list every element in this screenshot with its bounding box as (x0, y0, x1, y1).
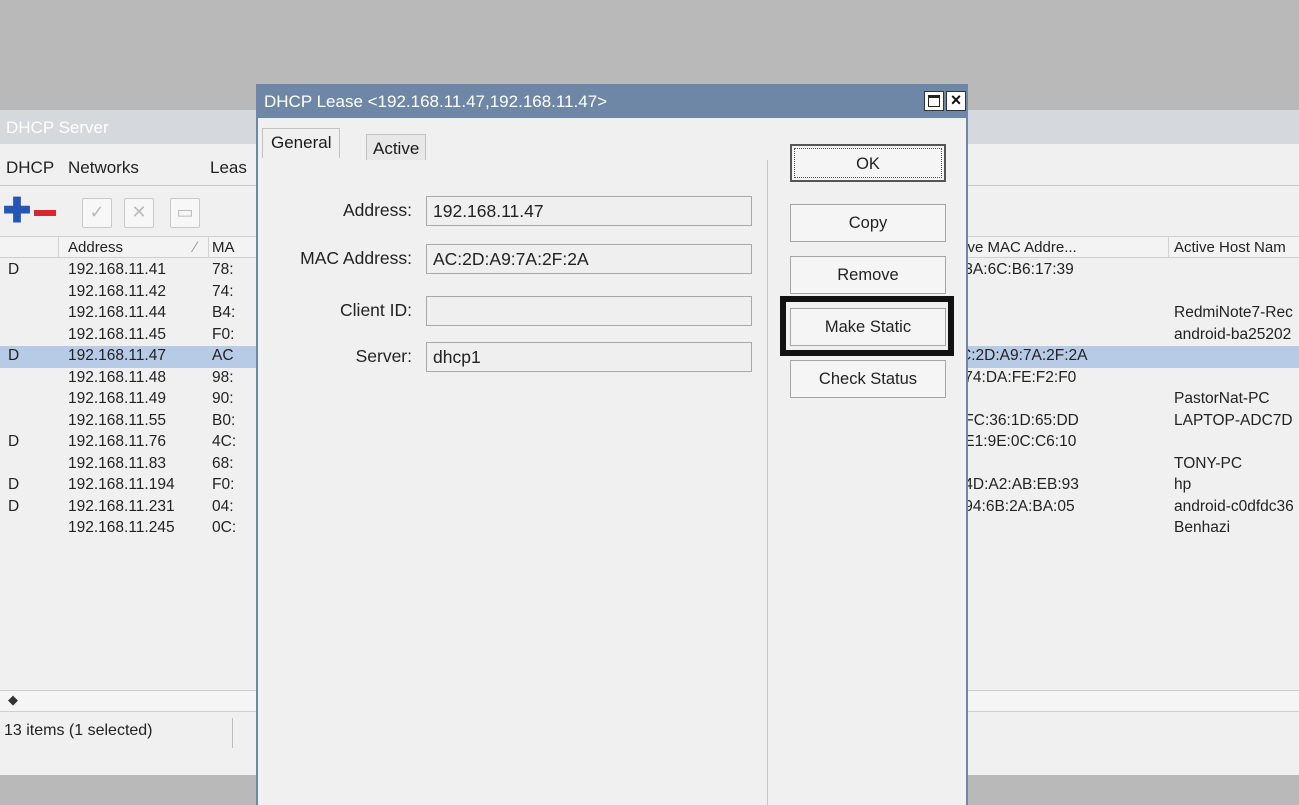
remove-icon[interactable] (30, 198, 60, 228)
row-mac-address: 90: (212, 390, 234, 407)
enable-icon[interactable]: ✓ (82, 198, 112, 228)
comment-icon[interactable]: ▭ (170, 198, 200, 228)
tab-active[interactable]: Active (366, 134, 427, 160)
row-mac-address: 68: (212, 454, 234, 472)
status-text: 13 items (1 selected) (4, 722, 153, 739)
column-mac-address[interactable]: MA (212, 239, 235, 256)
row-active-host-name: PastorNat-PC (1174, 390, 1270, 407)
tab-dhcp[interactable]: DHCP (6, 158, 54, 178)
row-address: 192.168.11.194 (68, 476, 175, 493)
tab-general[interactable]: General (262, 128, 341, 158)
row-address: 192.168.11.47 (68, 347, 166, 364)
server-field[interactable]: dhcp1 (426, 342, 752, 372)
row-address: 192.168.11.55 (68, 411, 166, 429)
dhcp-lease-dialog: DHCP Lease <192.168.11.47,192.168.11.47>… (256, 84, 968, 805)
row-mac-address: 0C: (212, 519, 237, 536)
row-address: 192.168.11.44 (68, 304, 166, 321)
mac-address-field[interactable]: AC:2D:A9:7A:2F:2A (426, 244, 752, 274)
client-id-field[interactable] (426, 296, 752, 326)
row-address: 192.168.11.245 (68, 519, 175, 536)
row-mac-address: AC (212, 347, 234, 364)
status-divider (232, 718, 233, 748)
row-address: 192.168.11.49 (68, 390, 166, 407)
dialog-titlebar[interactable]: DHCP Lease <192.168.11.47,192.168.11.47>… (258, 86, 966, 118)
client-id-label: Client ID: (340, 300, 412, 320)
row-address: 192.168.11.231 (68, 497, 175, 515)
row-active-host-name: android-c0dfdc36 (1174, 497, 1294, 515)
column-address[interactable]: Address (68, 239, 123, 256)
row-address: 192.168.11.83 (68, 454, 166, 472)
server-label: Server: (355, 346, 412, 366)
row-address: 192.168.11.45 (68, 325, 166, 343)
disable-icon[interactable]: ✕ (124, 198, 154, 228)
row-active-mac-address: :E1:9E:0C:C6:10 (960, 433, 1077, 450)
ok-button-label: OK (794, 148, 942, 178)
row-active-mac-address: :94:6B:2A:BA:05 (960, 497, 1075, 515)
row-active-host-name: Benhazi (1174, 519, 1231, 536)
mac-address-label: MAC Address: (300, 248, 412, 268)
row-active-host-name: TONY-PC (1174, 454, 1243, 472)
remove-button[interactable]: Remove (790, 256, 946, 294)
column-active-mac-address[interactable]: tive MAC Addre... (960, 239, 1077, 256)
copy-button[interactable]: Copy (790, 204, 946, 242)
dhcp-server-title: DHCP Server (6, 118, 109, 137)
row-active-mac-address: :3A:6C:B6:17:39 (960, 261, 1074, 278)
row-mac-address: 04: (212, 497, 234, 515)
row-active-mac-address: :4D:A2:AB:EB:93 (960, 476, 1079, 493)
general-panel: Address: 192.168.11.47 MAC Address: AC:2… (262, 160, 768, 805)
scroll-left-icon[interactable]: ◆ (8, 692, 18, 708)
column-active-host-name[interactable]: Active Host Nam (1174, 239, 1286, 256)
row-mac-address: F0: (212, 476, 235, 493)
row-address: 192.168.11.76 (68, 433, 166, 450)
row-active-host-name: RedmiNote7-Rec (1174, 304, 1293, 321)
row-address: 192.168.11.41 (68, 261, 166, 278)
ok-button[interactable]: OK (790, 144, 946, 182)
row-active-mac-address: :FC:36:1D:65:DD (960, 411, 1079, 429)
sort-icon: ∕ (194, 239, 197, 256)
row-active-mac-address: C:2D:A9:7A:2F:2A (960, 347, 1088, 364)
row-mac-address: 74: (212, 282, 234, 300)
row-flag: D (8, 433, 20, 450)
row-flag: D (8, 261, 20, 278)
row-flag: D (8, 497, 20, 515)
row-mac-address: F0: (212, 325, 235, 343)
tab-networks[interactable]: Networks (68, 158, 139, 178)
make-static-button[interactable]: Make Static (790, 308, 946, 346)
close-icon[interactable]: × (946, 91, 966, 111)
row-address: 192.168.11.42 (68, 282, 166, 300)
row-active-host-name: android-ba25202 (1174, 325, 1292, 343)
row-active-host-name: LAPTOP-ADC7D (1174, 411, 1293, 429)
row-mac-address: 78: (212, 261, 234, 278)
row-mac-address: 98: (212, 368, 234, 386)
row-mac-address: B4: (212, 304, 236, 321)
row-flag: D (8, 476, 20, 493)
address-field[interactable]: 192.168.11.47 (426, 196, 752, 226)
address-label: Address: (342, 200, 412, 220)
row-active-host-name: hp (1174, 476, 1192, 493)
row-flag: D (8, 347, 20, 364)
dialog-title: DHCP Lease <192.168.11.47,192.168.11.47> (264, 92, 608, 111)
row-address: 192.168.11.48 (68, 368, 166, 386)
tab-leases[interactable]: Leas (210, 158, 247, 178)
row-active-mac-address: :74:DA:FE:F2:F0 (960, 368, 1077, 386)
row-mac-address: B0: (212, 411, 236, 429)
row-mac-address: 4C: (212, 433, 237, 450)
check-status-button[interactable]: Check Status (790, 360, 946, 398)
maximize-icon[interactable] (924, 91, 944, 111)
add-icon[interactable]: ✚ (2, 194, 32, 228)
